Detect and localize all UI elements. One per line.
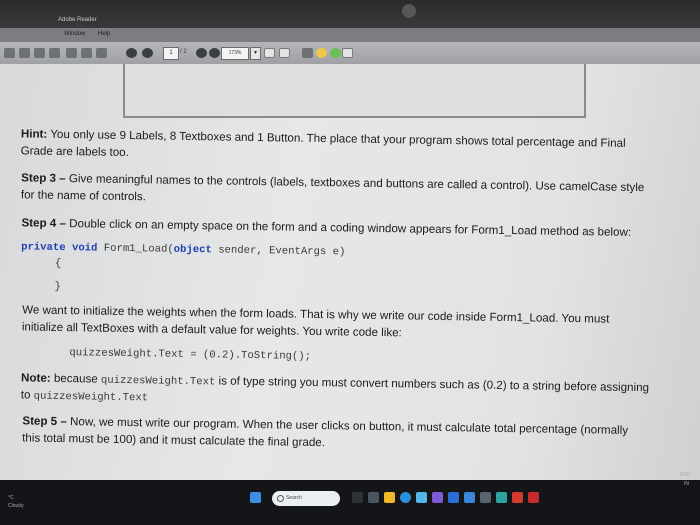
step3-label: Step 3 – <box>21 171 66 186</box>
outlook-icon[interactable] <box>464 492 475 503</box>
fit-page-icon[interactable] <box>264 48 275 58</box>
expand-icon[interactable] <box>342 48 353 58</box>
open-icon[interactable] <box>4 48 15 58</box>
zoom-in-icon[interactable] <box>209 48 220 58</box>
code-example: quizzesWeight.Text = (0.2).ToString(); <box>69 347 312 363</box>
menu-help[interactable]: Help <box>98 31 110 37</box>
step4-label: Step 4 – <box>21 216 67 231</box>
menu-window[interactable]: Window <box>64 31 85 37</box>
menu-bar: Window Help <box>0 28 700 42</box>
zoom-field[interactable]: 173% <box>221 47 249 60</box>
edge-icon[interactable] <box>400 492 411 503</box>
document-view: Hint: You only use 9 Labels, 8 Textboxes… <box>0 64 700 480</box>
print-icon[interactable] <box>66 48 77 58</box>
step5-line-2: this total must be 100) and it must calc… <box>22 431 326 450</box>
weather-label: Cloudy <box>8 503 24 509</box>
highlight-icon[interactable] <box>316 48 327 58</box>
zoom-dropdown[interactable]: ▾ <box>250 47 261 60</box>
note-text-1b: is of type string you must convert numbe… <box>215 374 650 395</box>
screen: Adobe Reader Window Help 1 / 2 173% ▾ Hi… <box>0 0 700 525</box>
task-view-icon[interactable] <box>352 492 363 503</box>
code-method-name: Form1_Load( <box>97 242 174 256</box>
hint-text-1: You only use 9 Labels, 8 Textboxes and 1… <box>47 127 626 150</box>
page-number-field[interactable]: 1 <box>163 47 179 60</box>
code-keyword-void: void <box>71 242 98 255</box>
code-keyword-object: object <box>173 243 212 257</box>
step3-text-1: Give meaningful names to the controls (l… <box>65 172 645 195</box>
app-icon[interactable] <box>496 492 507 503</box>
step4-text-1: Double click on an empty space on the fo… <box>65 217 632 239</box>
comment-icon[interactable] <box>302 48 313 58</box>
taskbar: °C Cloudy Search ENG IN <box>0 472 700 525</box>
teams-icon[interactable] <box>432 492 443 503</box>
note-code-1: quizzesWeight.Text <box>100 374 216 389</box>
code-signature: private void Form1_Load(object sender, E… <box>21 239 346 262</box>
note-code-2: quizzesWeight.Text <box>33 390 149 405</box>
code-close-brace: } <box>54 280 61 293</box>
note-text-2a: to <box>20 388 34 402</box>
settings-icon[interactable] <box>480 492 491 503</box>
file-explorer-icon[interactable] <box>384 492 395 503</box>
note-line-2: to quizzesWeight.Text <box>21 386 149 407</box>
step3-line-2: for the name of controls. <box>20 188 147 204</box>
tools-icon[interactable] <box>330 48 341 58</box>
step4-line-1: Step 4 – Double click on an empty space … <box>21 214 631 241</box>
store-icon[interactable] <box>416 492 427 503</box>
mail-icon[interactable] <box>448 492 459 503</box>
code-params: sender, EventArgs e) <box>211 244 346 259</box>
step5-label: Step 5 – <box>22 414 67 429</box>
code-keyword-private: private <box>21 241 66 255</box>
note-label: Note: <box>20 371 51 385</box>
page-down-icon[interactable] <box>142 48 153 58</box>
adobe-reader-icon[interactable] <box>528 492 539 503</box>
pdf-app-icon[interactable] <box>512 492 523 503</box>
start-icon[interactable] <box>250 492 261 503</box>
document-content: Hint: You only use 9 Labels, 8 Textboxes… <box>0 64 700 491</box>
sign-icon[interactable] <box>49 48 60 58</box>
toolbar <box>0 42 700 64</box>
note-text-1a: because <box>50 371 102 386</box>
email-icon[interactable] <box>81 48 92 58</box>
page-up-icon[interactable] <box>126 48 137 58</box>
page-total: / 2 <box>180 49 187 55</box>
language-code[interactable]: ENG <box>680 472 691 478</box>
share-icon[interactable] <box>96 48 107 58</box>
camera-dot-icon <box>402 4 416 18</box>
save-icon[interactable] <box>19 48 30 58</box>
zoom-out-icon[interactable] <box>196 48 207 58</box>
edit-icon[interactable] <box>34 48 45 58</box>
fit-width-icon[interactable] <box>279 48 290 58</box>
app-title: Adobe Reader <box>58 17 97 23</box>
search-box[interactable]: Search <box>272 491 340 506</box>
widgets-icon[interactable] <box>368 492 379 503</box>
hint-label: Hint: <box>20 127 48 141</box>
weather-temp: °C <box>8 495 14 501</box>
code-open-brace: { <box>54 257 62 270</box>
language-region[interactable]: IN <box>684 481 689 487</box>
hint-line-2: Grade are labels too. <box>20 144 130 160</box>
